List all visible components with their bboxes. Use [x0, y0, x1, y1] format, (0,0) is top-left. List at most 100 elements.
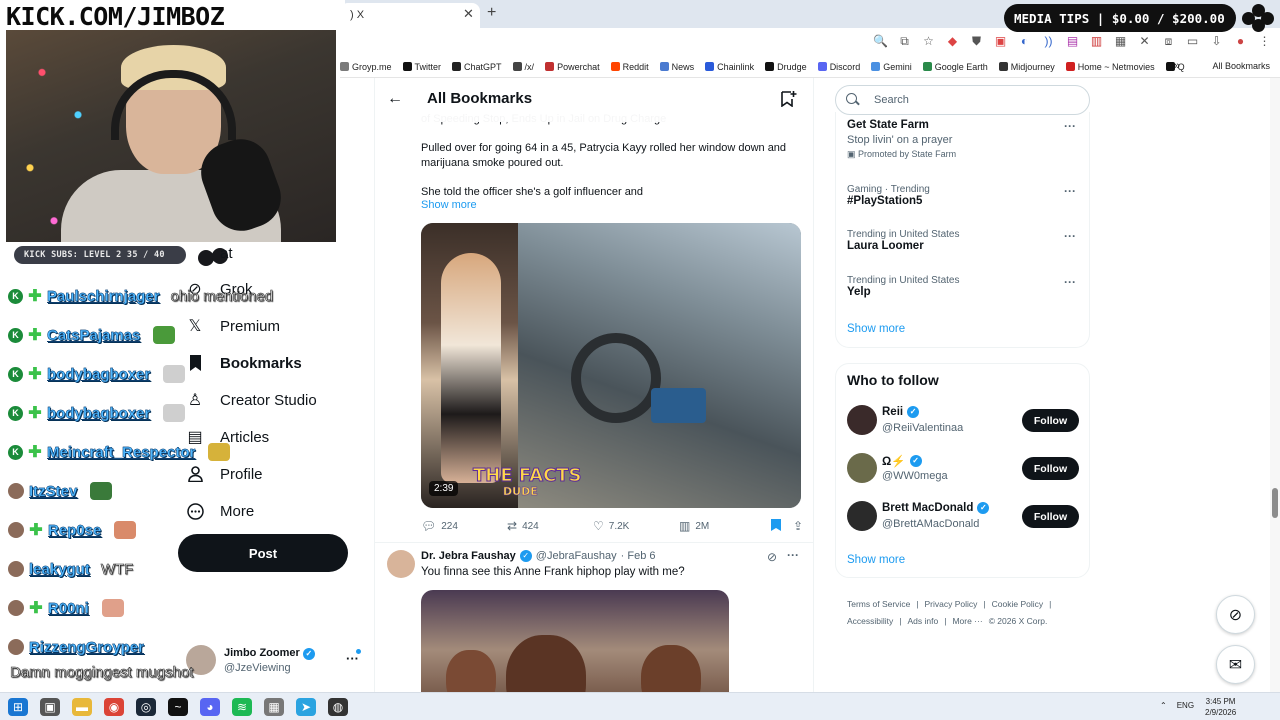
bookmark-item[interactable]: Powerchat	[545, 62, 600, 72]
grok-icon[interactable]: ⊘	[767, 550, 777, 564]
author-handle[interactable]: @JebraFaushay	[536, 550, 617, 562]
nav-premium[interactable]: 𝕏 Premium	[186, 317, 280, 336]
bookmark-item[interactable]: Reddit	[610, 62, 649, 72]
bookmark-item[interactable]: Google Earth	[922, 62, 988, 72]
show-more-link[interactable]: Show more	[421, 199, 477, 211]
footer-link[interactable]: Privacy Policy	[925, 599, 978, 609]
bookmark-item[interactable]: Midjourney	[998, 62, 1055, 72]
telegram-icon[interactable]: ➤	[296, 698, 316, 716]
search-input[interactable]: Search	[835, 85, 1090, 115]
extension-icon[interactable]: ▦	[1113, 34, 1128, 49]
follow-suggestion[interactable]: Brett MacDonald ✓ @BrettAMacDonald Follow	[847, 501, 1082, 535]
more-icon[interactable]: ···	[1064, 119, 1076, 133]
bookmark-item[interactable]: /x/	[512, 62, 534, 72]
more-icon[interactable]: ···	[1064, 229, 1076, 243]
account-switcher[interactable]: Jimbo Zoomer ✓ @JzeViewing ···	[186, 645, 364, 679]
chrome-icon[interactable]: ◉	[104, 698, 124, 716]
trend-item[interactable]: Trending in United States Laura Loomer ·…	[847, 229, 1082, 252]
footer-link[interactable]: Cookie Policy	[992, 599, 1044, 609]
more-icon[interactable]: ···	[787, 548, 799, 562]
footer-link[interactable]: Ads info	[908, 616, 939, 626]
bookmark-folder-add-icon[interactable]	[781, 90, 797, 112]
bookmark-item[interactable]: ChatGPT	[452, 62, 502, 72]
scrollbar[interactable]	[1270, 78, 1280, 692]
show-more-link[interactable]: Show more	[847, 554, 905, 566]
browser-tab-active[interactable]: ) X	[340, 3, 480, 28]
x-icon[interactable]: ✕	[1137, 34, 1152, 49]
obs-icon[interactable]: ◍	[328, 698, 348, 716]
trend-item[interactable]: Trending in United States Yelp ···	[847, 275, 1082, 298]
app-icon[interactable]: ~	[168, 698, 188, 716]
bookmark-item[interactable]: News	[659, 62, 694, 72]
reply-button[interactable]: 💬︎ 224	[421, 519, 507, 533]
follow-suggestion[interactable]: Reii ✓ @ReiiValentinaa Follow	[847, 405, 1082, 439]
views-button[interactable]: ▥ 2M	[679, 519, 771, 533]
sidebar-icon[interactable]: ▭	[1185, 34, 1200, 49]
footer-link[interactable]: Terms of Service	[847, 599, 910, 609]
footer-link[interactable]: Accessibility	[847, 616, 893, 626]
spotify-icon[interactable]: ≋	[232, 698, 252, 716]
author-name[interactable]: Dr. Jebra Faushay	[421, 550, 516, 562]
star-icon[interactable]: ☆	[921, 34, 936, 49]
repost-button[interactable]: ⇄ 424	[507, 519, 593, 533]
avatar[interactable]	[387, 550, 415, 578]
tray-chevron-icon[interactable]: ⌃	[1160, 701, 1167, 710]
bookmark-item[interactable]: Chainlink	[705, 62, 754, 72]
footer-link[interactable]: © 2026 X Corp.	[989, 616, 1048, 626]
close-tab-icon[interactable]: ✕	[463, 6, 474, 22]
nav-more[interactable]: More	[186, 502, 254, 520]
nav-profile[interactable]: Profile	[186, 465, 263, 483]
show-more-link[interactable]: Show more	[847, 323, 905, 335]
footer-link[interactable]: More ···	[952, 616, 982, 626]
post-button[interactable]: Post	[178, 534, 348, 572]
discord-icon[interactable]: ◕	[200, 698, 220, 716]
more-icon[interactable]: ···	[1064, 275, 1076, 289]
bookmark-item[interactable]: Discord	[817, 62, 860, 72]
puzzle-icon[interactable]: ⧈	[1161, 34, 1176, 49]
tweet-video[interactable]: THE FACTS DUDE 2:39	[421, 223, 801, 508]
download-icon[interactable]: ⇩	[1209, 34, 1224, 49]
windows-start-icon[interactable]: ⊞	[8, 698, 28, 716]
scrollbar-thumb[interactable]	[1272, 488, 1278, 518]
bookmark-item[interactable]: Home ~ Netmovies	[1065, 62, 1155, 72]
ad-item[interactable]: Get State Farm Stop livin' on a prayer ▣…	[847, 119, 1082, 160]
language-indicator[interactable]: ENG	[1177, 701, 1194, 710]
extension-icon[interactable]: ◆	[945, 34, 960, 49]
nav-messages[interactable]: at	[186, 244, 233, 262]
messages-fab-button[interactable]: ✉	[1216, 645, 1255, 684]
profile-icon[interactable]: ●	[1233, 34, 1248, 49]
follow-button[interactable]: Follow	[1022, 505, 1079, 528]
follow-suggestion[interactable]: Ω⚡ ✓ @WW0mega Follow	[847, 453, 1082, 487]
menu-icon[interactable]: ⋮	[1257, 34, 1272, 49]
bookmarks-overflow-icon[interactable]: »	[1174, 60, 1180, 72]
steam-icon[interactable]: ◎	[136, 698, 156, 716]
grok-fab-button[interactable]: ⊘	[1216, 595, 1255, 634]
clock[interactable]: 3:45 PM 2/9/2026	[1205, 696, 1236, 718]
app-icon[interactable]: ▦	[264, 698, 284, 716]
back-arrow-icon[interactable]: ←	[387, 90, 403, 108]
extension-icon[interactable]: ▤	[1065, 34, 1080, 49]
share-button[interactable]: ⇪	[793, 519, 803, 533]
follow-button[interactable]: Follow	[1022, 457, 1079, 480]
nav-bookmarks[interactable]: Bookmarks	[186, 354, 302, 372]
bookmark-item[interactable]: Drudge	[765, 62, 807, 72]
zoom-icon[interactable]: 🔍	[873, 34, 888, 49]
bookmark-item[interactable]: Gemini	[871, 62, 912, 72]
address-bar[interactable]: 🔍 ⧉ ☆ ◆ ⛊ ▣ ◐ )) ▤ ▥ ▦ ✕ ⧈ ▭ ⇩ ● ⋮	[340, 28, 1280, 56]
extension-icon[interactable]: ◐	[1017, 34, 1032, 49]
new-tab-icon[interactable]: +	[487, 4, 496, 22]
bookmark-item[interactable]: Twitter	[402, 62, 441, 72]
file-explorer-icon[interactable]: ▬	[72, 698, 92, 716]
all-bookmarks-button[interactable]: All Bookmarks	[1212, 61, 1270, 71]
tweet-date[interactable]: · Feb 6	[621, 550, 656, 562]
bookmark-item[interactable]: Groyp.me	[340, 62, 392, 72]
more-icon[interactable]: ···	[1064, 184, 1076, 198]
task-view-icon[interactable]: ▣	[40, 698, 60, 716]
screenshot-icon[interactable]: ⧉	[897, 34, 912, 49]
extension-icon[interactable]: ))	[1041, 34, 1056, 49]
extension-icon[interactable]: ▣	[993, 34, 1008, 49]
trend-item[interactable]: Gaming · Trending #PlayStation5 ···	[847, 184, 1082, 207]
bookmark-button[interactable]	[771, 518, 793, 534]
like-button[interactable]: ♡ 7.2K	[593, 519, 679, 533]
extension-icon[interactable]: ▥	[1089, 34, 1104, 49]
